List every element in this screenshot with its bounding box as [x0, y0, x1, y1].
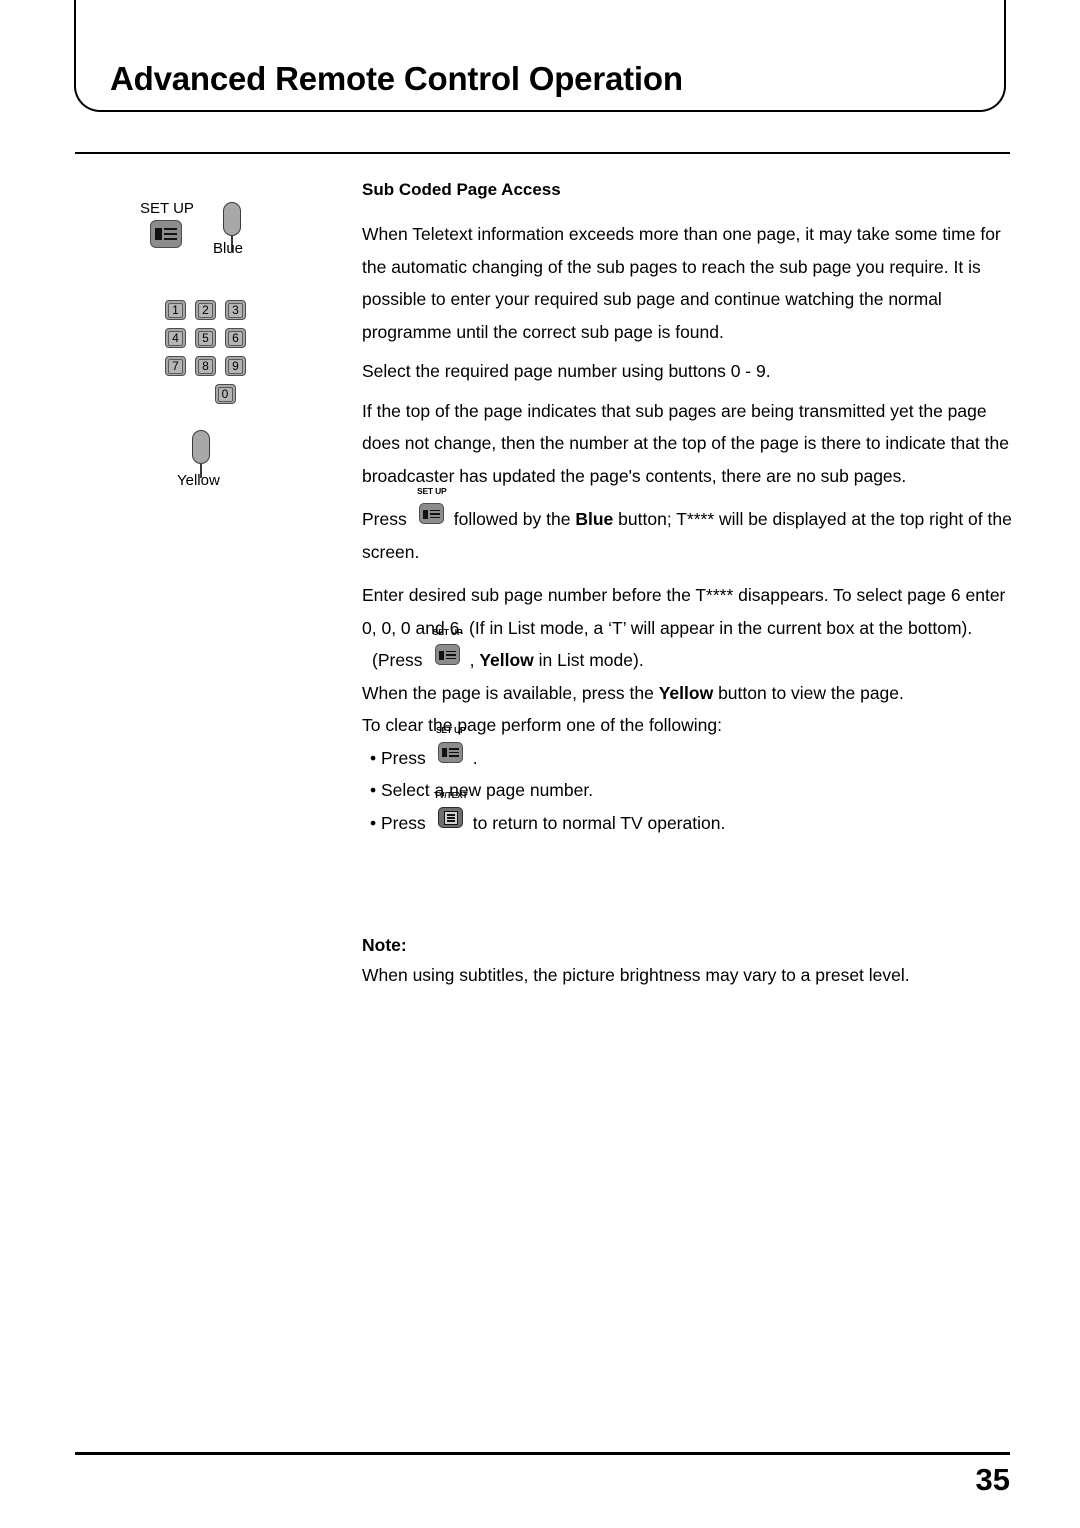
keypad-key-8: 8 [195, 356, 216, 376]
bullet-press-tvtext: • Press TV/TEXT to return to normal TV ope… [362, 790, 1014, 840]
setup-key-icon: SET UP [433, 628, 463, 666]
bullet-suffix: to return to normal TV operation. [472, 812, 726, 833]
keypad-key-2: 2 [195, 300, 216, 320]
keypad-key-7: 7 [165, 356, 186, 376]
keypad-key-0: 0 [214, 384, 236, 404]
setup-button-label: SET UP [140, 200, 194, 217]
setup-key-icon [150, 220, 182, 248]
keypad-row: 0 [165, 384, 285, 404]
bullet-press-setup: • Press SET UP. [362, 725, 1014, 775]
keypad-key-9: 9 [225, 356, 246, 376]
setup-key-body [418, 503, 444, 524]
para5-suffix: button to view the page. [718, 682, 904, 703]
keypad-key-label: 7 [168, 358, 183, 374]
keypad-key-label: 2 [198, 302, 213, 318]
blue-button-icon [223, 202, 241, 236]
instruction-suffix-text: in List mode). [538, 650, 644, 670]
main-content: Sub Coded Page Access When Teletext info… [362, 180, 1014, 992]
yellow-bold-word: Yellow [479, 650, 534, 670]
keypad-key-5: 5 [195, 328, 216, 348]
footer-divider [75, 1452, 1010, 1455]
tv-text-key-caption: TV/TEXT [433, 789, 468, 800]
section-heading: Sub Coded Page Access [362, 180, 561, 199]
keypad-key-label: 4 [168, 330, 183, 346]
instruction-press-setup-yellow: (Press SET UP, Yellow in List mode). [362, 628, 1014, 677]
setup-key-body [434, 644, 460, 665]
setup-key-body [437, 741, 463, 763]
yellow-bold-word: Yellow [658, 682, 714, 703]
press-word: Press [362, 509, 407, 529]
numeric-keypad: 1 2 3 4 5 6 7 8 9 0 [165, 300, 285, 412]
keypad-key-4: 4 [165, 328, 186, 348]
setup-key-icon: SET UP [417, 487, 447, 525]
keypad-key-label: 9 [228, 358, 243, 374]
setup-glyph-lines [164, 228, 177, 240]
keypad-key-1: 1 [165, 300, 186, 320]
setup-glyph-block [155, 228, 162, 240]
press-word: (Press [372, 650, 423, 670]
keypad-row: 4 5 6 [165, 328, 285, 348]
tv-text-key-icon: TV/TEXT [434, 790, 468, 829]
instruction-press-setup-blue: Press SET UP followed by the Blue button; … [362, 487, 1014, 568]
bullet-suffix: . [472, 747, 478, 768]
note-title: Note: [362, 935, 407, 955]
note-text: When using subtitles, the picture bright… [362, 965, 910, 985]
keypad-key-3: 3 [225, 300, 246, 320]
paragraph-page-available: When the page is available, press the Ye… [362, 677, 1014, 710]
paragraph-no-sub-pages: If the top of the page indicates that su… [362, 400, 1009, 486]
keypad-row: 1 2 3 [165, 300, 285, 320]
keypad-key-6: 6 [225, 328, 246, 348]
yellow-button-label: Yellow [177, 472, 220, 489]
keypad-key-label: 8 [198, 358, 213, 374]
instruction-mid-text: followed by the [453, 509, 571, 529]
bullet-prefix: • Press [370, 812, 426, 833]
bullet-prefix: • Press [370, 747, 426, 768]
page-number: 35 [975, 1462, 1010, 1497]
instruction-mid-text: , [469, 650, 475, 670]
keypad-key-label: 0 [217, 386, 233, 402]
keypad-key-label: 3 [228, 302, 243, 318]
note-section: Note: When using subtitles, the picture … [362, 935, 1014, 992]
keypad-row: 7 8 9 [165, 356, 285, 376]
paragraph-select-page: Select the required page number using bu… [362, 361, 771, 381]
yellow-button-icon [192, 430, 210, 464]
tv-text-key-body [437, 806, 463, 828]
keypad-key-label: 1 [168, 302, 183, 318]
setup-key-glyph [155, 226, 177, 242]
keypad-key-label: 6 [228, 330, 243, 346]
page-title: Advanced Remote Control Operation [110, 60, 683, 97]
keypad-key-label: 5 [198, 330, 213, 346]
para5-prefix: When the page is available, press the [362, 682, 654, 703]
blue-button-label: Blue [213, 240, 244, 257]
setup-key-icon: SET UP [436, 725, 466, 764]
setup-key-caption: SET UP [435, 724, 466, 735]
blue-bold-word: Blue [575, 509, 614, 529]
remote-control-diagram: SET UP Blue 1 2 3 4 5 6 7 8 9 0 Yellow [120, 180, 330, 520]
paragraph-intro: When Teletext information exceeds more t… [362, 224, 1001, 342]
setup-key-caption: SET UP [416, 486, 447, 496]
header-divider [75, 152, 1010, 154]
setup-key-caption: SET UP [432, 627, 463, 637]
